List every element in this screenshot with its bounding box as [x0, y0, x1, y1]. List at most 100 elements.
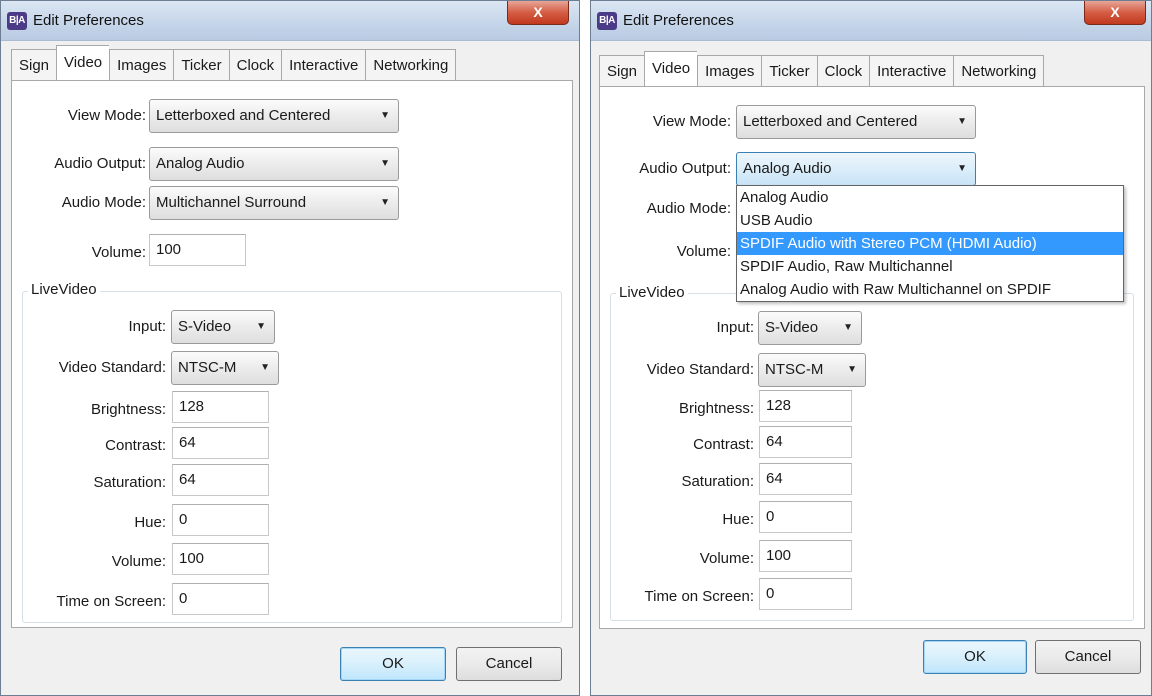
- app-logo-icon: B|A: [7, 12, 27, 30]
- tab-strip: Sign Video Images Ticker Clock Interacti…: [599, 51, 1045, 87]
- dropdown-arrow-icon: ▼: [957, 163, 967, 174]
- saturation-label: Saturation:: [93, 474, 166, 491]
- hue-input[interactable]: 0: [759, 501, 852, 533]
- time-on-screen-label: Time on Screen:: [644, 588, 755, 605]
- audio-output-option[interactable]: USB Audio: [737, 209, 1123, 232]
- hue-label: Hue:: [722, 511, 754, 528]
- audio-mode-label: Audio Mode:: [646, 200, 731, 217]
- audio-mode-label: Audio Mode:: [61, 194, 146, 211]
- view-mode-value: Letterboxed and Centered: [156, 107, 331, 124]
- dropdown-arrow-icon: ▼: [380, 158, 390, 169]
- time-on-screen-input[interactable]: 0: [172, 583, 269, 615]
- livevideo-legend: LiveVideo: [28, 281, 100, 298]
- ok-button[interactable]: OK: [340, 647, 446, 681]
- dropdown-arrow-icon: ▼: [380, 110, 390, 121]
- saturation-label: Saturation:: [681, 473, 754, 490]
- tab-interactive[interactable]: Interactive: [869, 55, 954, 87]
- livevideo-group: [22, 291, 562, 623]
- livevideo-volume-label: Volume:: [111, 553, 166, 570]
- brightness-input[interactable]: 128: [759, 390, 852, 422]
- video-standard-label: Video Standard:: [646, 361, 754, 378]
- dropdown-arrow-icon: ▼: [843, 322, 853, 333]
- video-standard-value: NTSC-M: [178, 359, 237, 376]
- edit-preferences-window-right: B|A Edit Preferences X Sign Video Images…: [590, 0, 1152, 696]
- contrast-input[interactable]: 64: [172, 427, 269, 459]
- contrast-input[interactable]: 64: [759, 426, 852, 458]
- input-select[interactable]: S-Video ▼: [171, 310, 275, 344]
- hue-label: Hue:: [134, 514, 166, 531]
- volume-label: Volume:: [91, 244, 146, 261]
- title-bar[interactable]: B|A Edit Preferences X: [1, 1, 579, 41]
- input-select[interactable]: S-Video ▼: [758, 311, 862, 345]
- livevideo-volume-label: Volume:: [699, 550, 754, 567]
- tab-video[interactable]: Video: [56, 45, 110, 81]
- hue-input[interactable]: 0: [172, 504, 269, 536]
- audio-output-select[interactable]: Analog Audio ▼: [149, 147, 399, 181]
- saturation-input[interactable]: 64: [759, 463, 852, 495]
- view-mode-value: Letterboxed and Centered: [743, 113, 918, 130]
- audio-output-label: Audio Output:: [54, 155, 146, 172]
- window-title: Edit Preferences: [623, 12, 734, 29]
- tab-networking[interactable]: Networking: [365, 49, 457, 81]
- audio-output-select[interactable]: Analog Audio ▼: [736, 152, 976, 186]
- brightness-label: Brightness:: [90, 401, 166, 418]
- video-tab-panel: View Mode: Letterboxed and Centered ▼ Au…: [11, 80, 573, 628]
- tab-ticker[interactable]: Ticker: [761, 55, 817, 87]
- video-standard-value: NTSC-M: [765, 361, 824, 378]
- tab-video[interactable]: Video: [644, 51, 698, 87]
- video-tab-panel: View Mode: Letterboxed and Centered ▼ Au…: [599, 86, 1145, 629]
- input-label: Input:: [716, 319, 754, 336]
- livevideo-volume-input[interactable]: 100: [172, 543, 269, 575]
- audio-output-value: Analog Audio: [156, 155, 245, 172]
- view-mode-select[interactable]: Letterboxed and Centered ▼: [736, 105, 976, 139]
- volume-label: Volume:: [676, 243, 731, 260]
- cancel-button[interactable]: Cancel: [1035, 640, 1141, 674]
- tab-sign[interactable]: Sign: [11, 49, 57, 81]
- tab-interactive[interactable]: Interactive: [281, 49, 366, 81]
- audio-mode-select[interactable]: Multichannel Surround ▼: [149, 186, 399, 220]
- tab-networking[interactable]: Networking: [953, 55, 1045, 87]
- audio-output-option[interactable]: Analog Audio with Raw Multichannel on SP…: [737, 278, 1123, 301]
- brightness-input[interactable]: 128: [172, 391, 269, 423]
- tab-ticker[interactable]: Ticker: [173, 49, 229, 81]
- livevideo-group: [610, 293, 1134, 621]
- tab-sign[interactable]: Sign: [599, 55, 645, 87]
- audio-output-option-highlighted[interactable]: SPDIF Audio with Stereo PCM (HDMI Audio): [737, 232, 1123, 255]
- tab-clock[interactable]: Clock: [228, 49, 282, 81]
- volume-input[interactable]: 100: [149, 234, 246, 266]
- dropdown-arrow-icon: ▼: [256, 321, 266, 332]
- time-on-screen-label: Time on Screen:: [56, 593, 167, 610]
- tab-strip: Sign Video Images Ticker Clock Interacti…: [11, 45, 457, 81]
- view-mode-select[interactable]: Letterboxed and Centered ▼: [149, 99, 399, 133]
- audio-output-label: Audio Output:: [639, 160, 731, 177]
- close-button[interactable]: X: [507, 1, 569, 25]
- contrast-label: Contrast:: [105, 437, 166, 454]
- input-value: S-Video: [765, 319, 819, 336]
- title-bar[interactable]: B|A Edit Preferences X: [591, 1, 1151, 41]
- brightness-label: Brightness:: [678, 400, 754, 417]
- video-standard-label: Video Standard:: [58, 359, 166, 376]
- saturation-input[interactable]: 64: [172, 464, 269, 496]
- tab-images[interactable]: Images: [697, 55, 762, 87]
- window-title: Edit Preferences: [33, 12, 144, 29]
- tab-images[interactable]: Images: [109, 49, 174, 81]
- tab-clock[interactable]: Clock: [816, 55, 870, 87]
- audio-output-option[interactable]: SPDIF Audio, Raw Multichannel: [737, 255, 1123, 278]
- video-standard-select[interactable]: NTSC-M ▼: [171, 351, 279, 385]
- livevideo-legend: LiveVideo: [616, 284, 688, 301]
- audio-output-option[interactable]: Analog Audio: [737, 186, 1123, 209]
- ok-button[interactable]: OK: [923, 640, 1027, 674]
- view-mode-label: View Mode:: [67, 107, 146, 124]
- audio-output-dropdown-list: Analog Audio USB Audio SPDIF Audio with …: [736, 185, 1124, 302]
- livevideo-volume-input[interactable]: 100: [759, 540, 852, 572]
- video-standard-select[interactable]: NTSC-M ▼: [758, 353, 866, 387]
- audio-mode-value: Multichannel Surround: [156, 194, 307, 211]
- close-button[interactable]: X: [1084, 1, 1146, 25]
- dropdown-arrow-icon: ▼: [380, 197, 390, 208]
- view-mode-label: View Mode:: [652, 113, 731, 130]
- edit-preferences-window-left: B|A Edit Preferences X Sign Video Images…: [0, 0, 580, 696]
- time-on-screen-input[interactable]: 0: [759, 578, 852, 610]
- cancel-button[interactable]: Cancel: [456, 647, 562, 681]
- contrast-label: Contrast:: [693, 436, 754, 453]
- window-gap: [580, 0, 590, 696]
